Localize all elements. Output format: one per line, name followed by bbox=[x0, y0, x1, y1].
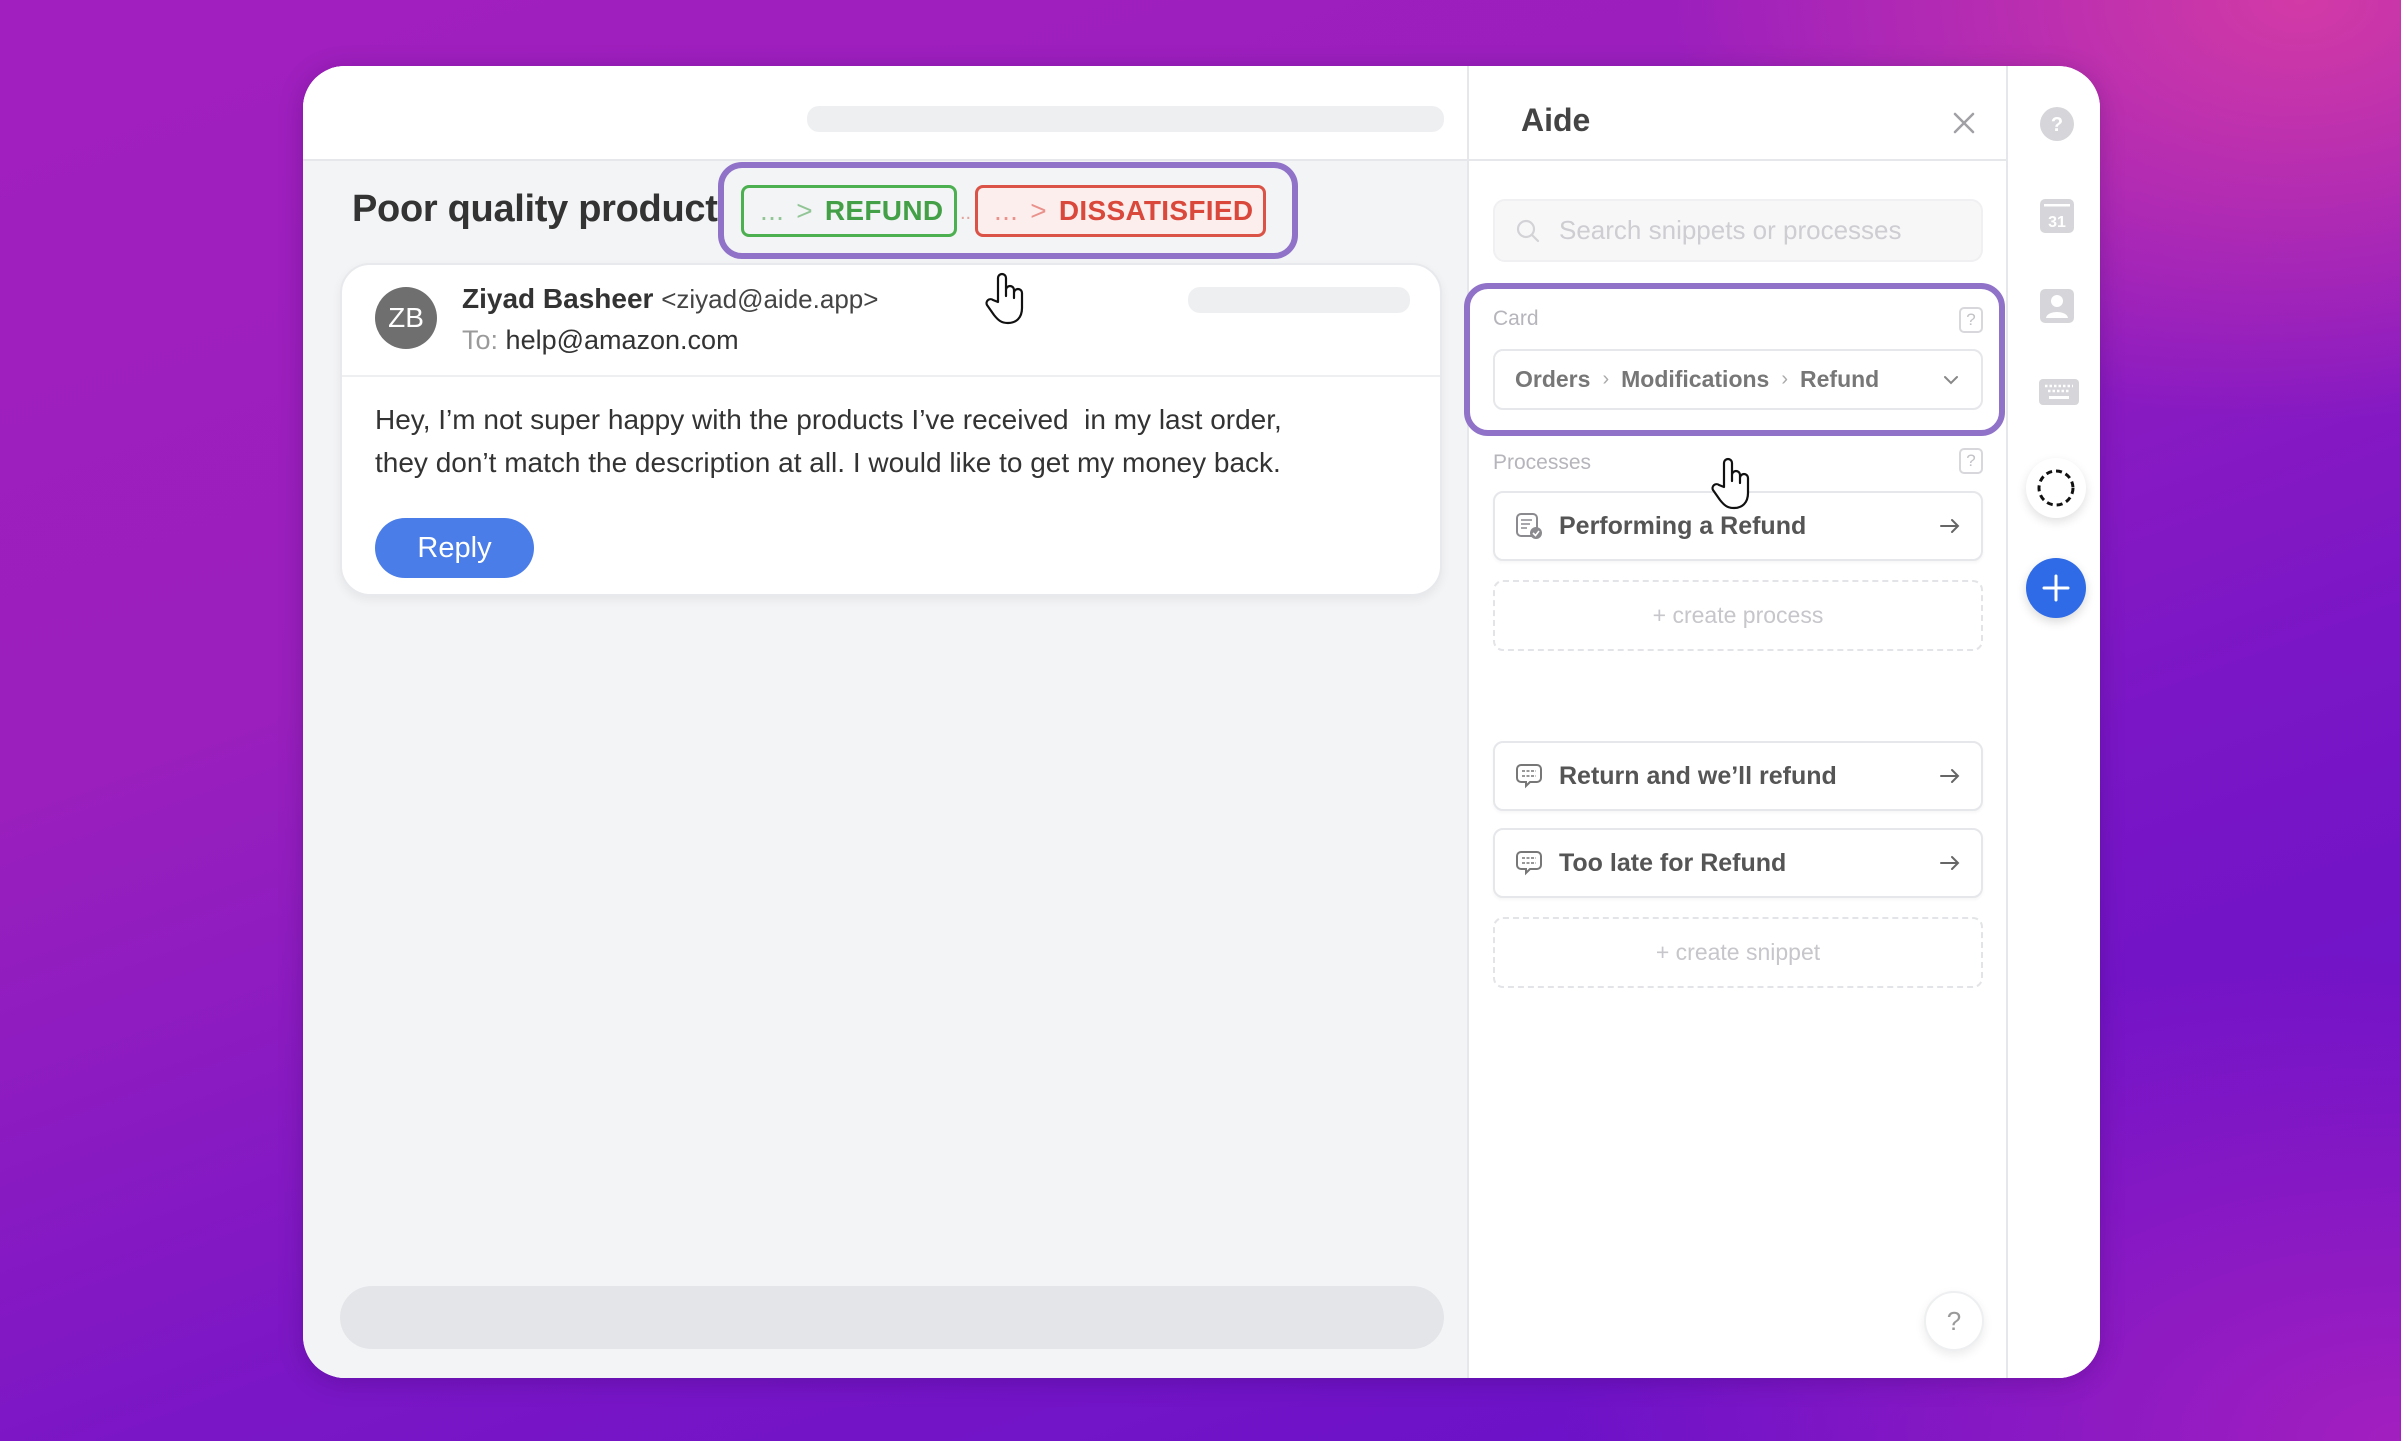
breadcrumb-separator: › bbox=[1781, 368, 1789, 390]
snippet-label: Too late for Refund bbox=[1559, 848, 1787, 877]
arrow-right-icon bbox=[1940, 856, 1960, 870]
processes-label: Processes bbox=[1493, 451, 1592, 474]
help-button[interactable]: ? bbox=[1924, 1291, 1984, 1351]
search-icon bbox=[1516, 219, 1540, 242]
sender-address: <ziyad@aide.app> bbox=[661, 284, 879, 314]
chat-bubble-icon bbox=[1516, 764, 1542, 789]
help-icon[interactable]: ? bbox=[2039, 106, 2075, 142]
create-process-button[interactable]: + create process bbox=[1493, 580, 1983, 651]
breadcrumb-separator: › bbox=[1602, 368, 1610, 390]
card-help-icon[interactable]: ? bbox=[1959, 307, 1983, 333]
card-path-3: Refund bbox=[1800, 366, 1880, 392]
card-path-1: Orders bbox=[1515, 366, 1591, 392]
add-button[interactable] bbox=[2026, 558, 2086, 618]
hand-cursor-icon bbox=[985, 272, 1024, 325]
tag-ellipsis: ... bbox=[760, 195, 785, 226]
card-label: Card bbox=[1493, 307, 1539, 330]
close-icon bbox=[1953, 112, 1975, 134]
contact-icon[interactable] bbox=[2039, 288, 2075, 324]
calendar-icon[interactable]: 31 bbox=[2039, 198, 2075, 234]
email-message: ZB Ziyad Basheer <ziyad@aide.app> To: he… bbox=[340, 263, 1442, 596]
sender: Ziyad Basheer <ziyad@aide.app> bbox=[462, 283, 878, 315]
ticket-title: Poor quality product bbox=[352, 188, 718, 230]
card-select[interactable]: Orders › Modifications › Refund bbox=[1493, 349, 1983, 410]
chevron-right-icon: > bbox=[1030, 195, 1047, 226]
tag-label: DISSATISFIED bbox=[1058, 195, 1254, 226]
chat-bubble-icon bbox=[1516, 851, 1542, 876]
aide-header: Aide bbox=[1469, 66, 2006, 161]
recipient-address: help@amazon.com bbox=[505, 325, 739, 355]
sender-name: Ziyad Basheer bbox=[462, 283, 654, 314]
tag-ellipsis: ... bbox=[994, 195, 1019, 226]
app-window: Poor quality product ... > REFUND .. ...… bbox=[303, 66, 2100, 1378]
icon-rail: ? 31 bbox=[2006, 66, 2100, 1378]
snippet-item[interactable]: Return and we’ll refund bbox=[1493, 741, 1983, 811]
processes-help-icon[interactable]: ? bbox=[1959, 448, 1983, 474]
create-snippet-button[interactable]: + create snippet bbox=[1493, 917, 1983, 988]
avatar: ZB bbox=[375, 287, 437, 349]
ticket-header bbox=[303, 66, 1467, 161]
calendar-day: 31 bbox=[2048, 214, 2066, 231]
checklist-icon bbox=[1516, 513, 1542, 539]
aide-panel: Aide Card ? Orders › Modifications › Ref… bbox=[1464, 66, 2006, 1378]
aide-title: Aide bbox=[1521, 102, 1591, 138]
loading-icon bbox=[2037, 469, 2075, 507]
card-path-2: Modifications bbox=[1621, 366, 1770, 392]
loading-button[interactable] bbox=[2026, 458, 2086, 518]
process-label: Performing a Refund bbox=[1559, 511, 1807, 540]
composer-placeholder-bar[interactable] bbox=[340, 1286, 1444, 1349]
chevron-down-icon bbox=[1944, 375, 1958, 384]
snippet-label: Return and we’ll refund bbox=[1559, 761, 1837, 790]
email-body: Hey, I’m not super happy with the produc… bbox=[375, 404, 1282, 478]
chevron-right-icon: > bbox=[796, 195, 813, 226]
header-placeholder-bar bbox=[807, 106, 1444, 132]
date-placeholder-bar bbox=[1188, 287, 1410, 313]
ticket-pane: Poor quality product ... > REFUND .. ...… bbox=[303, 66, 1467, 1378]
tag-dissatisfied[interactable]: ... > DISSATISFIED bbox=[975, 185, 1266, 237]
tag-label: REFUND bbox=[824, 195, 944, 226]
tag-connector: .. bbox=[960, 202, 972, 224]
add-icon bbox=[2042, 574, 2070, 602]
tag-refund[interactable]: ... > REFUND bbox=[741, 185, 957, 237]
arrow-right-icon bbox=[1940, 519, 1960, 533]
snippet-item[interactable]: Too late for Refund bbox=[1493, 828, 1983, 898]
email-divider bbox=[342, 375, 1440, 377]
search-input[interactable] bbox=[1559, 215, 1979, 246]
search-box[interactable] bbox=[1493, 199, 1983, 262]
hand-cursor-icon bbox=[1711, 457, 1750, 510]
keyboard-icon[interactable] bbox=[2039, 377, 2079, 413]
close-button[interactable] bbox=[1947, 106, 1981, 140]
arrow-right-icon bbox=[1940, 769, 1960, 783]
to-label: To: bbox=[462, 325, 499, 355]
recipient-line: To: help@amazon.com bbox=[462, 325, 739, 356]
reply-button[interactable]: Reply bbox=[375, 518, 534, 578]
svg-text:?: ? bbox=[2051, 114, 2063, 136]
